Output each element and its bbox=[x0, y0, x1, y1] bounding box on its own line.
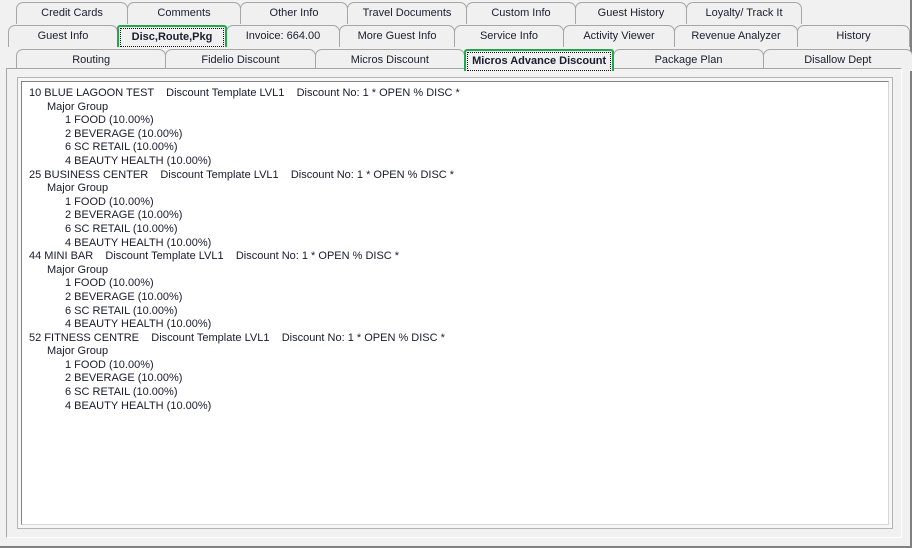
tab-history[interactable]: History bbox=[797, 25, 910, 47]
micros-advance-discount-listview[interactable]: 10 BLUE LAGOON TEST Discount Template LV… bbox=[21, 81, 889, 525]
discount-item-row[interactable]: 2 BEVERAGE (10.00%) bbox=[29, 209, 882, 223]
tab-activity-viewer[interactable]: Activity Viewer bbox=[563, 25, 675, 47]
discount-outlet-header[interactable]: 44 MINI BAR Discount Template LVL1 Disco… bbox=[29, 250, 882, 264]
discount-group-label[interactable]: Major Group bbox=[29, 264, 882, 278]
discount-item-row[interactable]: 2 BEVERAGE (10.00%) bbox=[29, 128, 882, 142]
discount-panel: 10 BLUE LAGOON TEST Discount Template LV… bbox=[17, 77, 893, 529]
tab-label: Service Info bbox=[479, 30, 539, 42]
tab-page-panel: 10 BLUE LAGOON TEST Discount Template LV… bbox=[6, 68, 902, 538]
discount-item-row[interactable]: 1 FOOD (10.00%) bbox=[29, 114, 882, 128]
discount-item-row[interactable]: 6 SC RETAIL (10.00%) bbox=[29, 386, 882, 400]
discount-item-row[interactable]: 1 FOOD (10.00%) bbox=[29, 359, 882, 373]
discount-group-label[interactable]: Major Group bbox=[29, 101, 882, 115]
tab-label: Guest Info bbox=[37, 30, 89, 42]
application-window: Credit Cards Comments Other Info Travel Doc… bbox=[0, 0, 912, 548]
tab-service-info[interactable]: Service Info bbox=[454, 25, 564, 47]
tab-label: Disc,Route,Pkg bbox=[131, 31, 213, 43]
tab-label: More Guest Info bbox=[357, 30, 437, 42]
tab-credit-cards[interactable]: Credit Cards bbox=[16, 2, 128, 24]
discount-item-row[interactable]: 4 BEAUTY HEALTH (10.00%) bbox=[29, 318, 882, 332]
tab-label: History bbox=[836, 30, 871, 42]
discount-item-row[interactable]: 1 FOOD (10.00%) bbox=[29, 196, 882, 210]
tab-micros-advance-discount[interactable]: Micros Advance Discount bbox=[463, 49, 615, 71]
discount-item-row[interactable]: 2 BEVERAGE (10.00%) bbox=[29, 291, 882, 305]
tab-row-primary: Credit Cards Comments Other Info Travel Doc… bbox=[0, 0, 912, 24]
discount-item-row[interactable]: 6 SC RETAIL (10.00%) bbox=[29, 223, 882, 237]
tab-label: Comments bbox=[157, 7, 211, 19]
tab-label: Guest History bbox=[597, 7, 665, 19]
discount-item-row[interactable]: 4 BEAUTY HEALTH (10.00%) bbox=[29, 400, 882, 414]
discount-item-row[interactable]: 2 BEVERAGE (10.00%) bbox=[29, 372, 882, 386]
tab-label: Micros Advance Discount bbox=[472, 55, 607, 67]
discount-item-row[interactable]: 1 FOOD (10.00%) bbox=[29, 277, 882, 291]
tab-comments[interactable]: Comments bbox=[127, 2, 241, 24]
tab-loyalty-track-it[interactable]: Loyalty/ Track It bbox=[686, 2, 802, 24]
tab-other-info[interactable]: Other Info bbox=[240, 2, 348, 24]
discount-item-row[interactable]: 4 BEAUTY HEALTH (10.00%) bbox=[29, 237, 882, 251]
tab-disc-route-pkg[interactable]: Disc,Route,Pkg bbox=[117, 25, 227, 47]
tab-label: Travel Documents bbox=[362, 7, 452, 19]
tab-label: Loyalty/ Track It bbox=[705, 7, 783, 19]
tab-revenue-analyzer[interactable]: Revenue Analyzer bbox=[674, 25, 798, 47]
tab-label: Custom Info bbox=[491, 7, 551, 19]
discount-item-row[interactable]: 6 SC RETAIL (10.00%) bbox=[29, 305, 882, 319]
discount-group-label[interactable]: Major Group bbox=[29, 345, 882, 359]
discount-item-row[interactable]: 4 BEAUTY HEALTH (10.00%) bbox=[29, 155, 882, 169]
tab-label: Credit Cards bbox=[41, 7, 103, 19]
tab-guest-info[interactable]: Guest Info bbox=[8, 25, 118, 47]
discount-outlet-header[interactable]: 10 BLUE LAGOON TEST Discount Template LV… bbox=[29, 87, 882, 101]
tab-custom-info[interactable]: Custom Info bbox=[466, 2, 576, 24]
tab-row-secondary: Guest Info Disc,Route,Pkg Invoice: 664.00 M… bbox=[0, 23, 912, 47]
tab-label: Revenue Analyzer bbox=[691, 30, 781, 42]
discount-item-row[interactable]: 6 SC RETAIL (10.00%) bbox=[29, 141, 882, 155]
discount-outlet-header[interactable]: 25 BUSINESS CENTER Discount Template LVL… bbox=[29, 169, 882, 183]
discount-group-label[interactable]: Major Group bbox=[29, 182, 882, 196]
tab-guest-history[interactable]: Guest History bbox=[575, 2, 687, 24]
tab-travel-documents[interactable]: Travel Documents bbox=[347, 2, 467, 24]
tab-more-guest-info[interactable]: More Guest Info bbox=[339, 25, 455, 47]
tab-label: Invoice: 664.00 bbox=[245, 30, 321, 42]
discount-listing-text: 10 BLUE LAGOON TEST Discount Template LV… bbox=[22, 82, 888, 419]
tab-label: Activity Viewer bbox=[583, 30, 655, 42]
discount-outlet-header[interactable]: 52 FITNESS CENTRE Discount Template LVL1… bbox=[29, 332, 882, 346]
tab-invoice-664-00[interactable]: Invoice: 664.00 bbox=[226, 25, 340, 47]
tab-label: Other Info bbox=[269, 7, 319, 19]
